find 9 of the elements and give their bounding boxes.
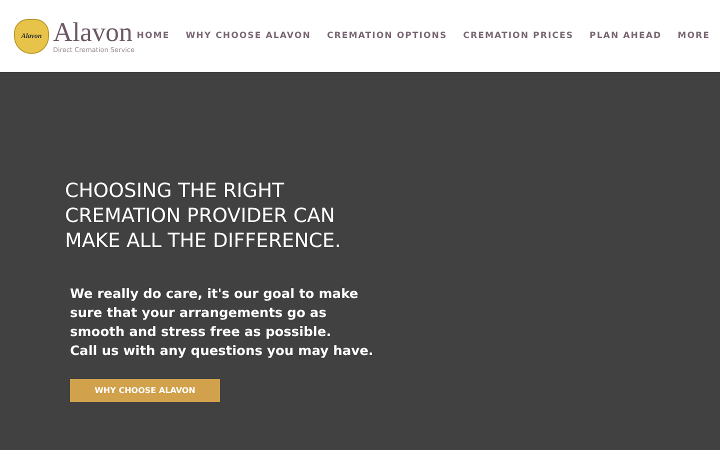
hero-text: We really do care, it's our goal to make sure that your arrangements go as smooth and stress free as possible. Call us with any questions you may have. [70, 286, 374, 361]
brand-name[interactable]: Alavon [53, 18, 134, 46]
nav-link[interactable]: CREMATION OPTIONS [326, 31, 448, 41]
nav-link[interactable]: HOME [136, 31, 170, 41]
nav-link[interactable]: WHY CHOOSE ALAVON [186, 31, 311, 41]
nav-link[interactable]: PLAN AHEAD [590, 31, 662, 41]
hero-headline: CHOOSING THE RIGHT CREMATION PROVIDER CAN MAKE ALL THE DIFFERENCE. [65, 178, 342, 253]
nav-link[interactable]: MORE [678, 31, 710, 41]
nav-link[interactable]: CREMATION PRICES [463, 31, 574, 41]
